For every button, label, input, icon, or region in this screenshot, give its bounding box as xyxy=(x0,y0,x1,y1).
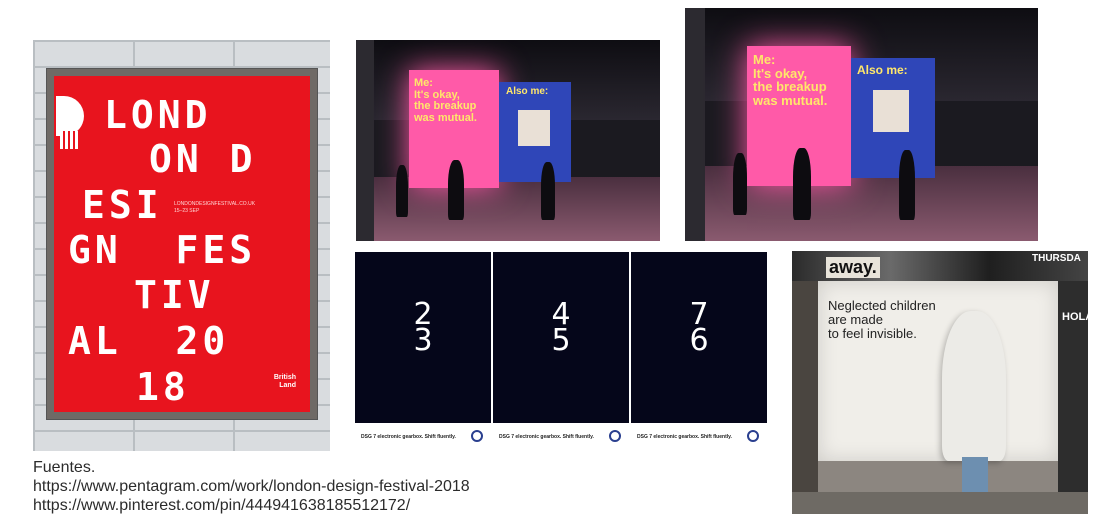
poster-line-2: ON D xyxy=(149,137,257,181)
vw-tagline: DSG 7 electronic gearbox. Shift fluently… xyxy=(499,434,594,440)
billboard-pink-text: Me: It's okay, the breakup was mutual. xyxy=(414,77,477,124)
vw-logo-icon xyxy=(471,430,483,442)
invisible-children-poster-photo: away. THURSDA HOLA Neglected children ar… xyxy=(792,251,1088,514)
ground xyxy=(792,492,1088,514)
spotify-billboard-photo-2: Me: It's okay, the breakup was mutual. A… xyxy=(685,8,1038,241)
poster-small-dates: 15–23 SEP xyxy=(174,208,200,214)
vw-ad-footer: DSG 7 electronic gearbox. Shift fluently… xyxy=(355,423,491,453)
vw-digits-3: 7 6 xyxy=(631,300,767,358)
pedestrian xyxy=(541,162,555,220)
british-land-logo: British Land xyxy=(274,374,296,390)
spotify-billboard-photo-1: Me: It's okay, the breakup was mutual. A… xyxy=(356,40,660,241)
pedestrian xyxy=(396,165,408,217)
qr-code-icon xyxy=(60,131,78,149)
pedestrian xyxy=(448,160,464,220)
pillar xyxy=(685,8,705,241)
album-cover xyxy=(873,90,909,132)
poster-line-5: TIV xyxy=(134,273,215,317)
red-poster: LOND ON D ESI GN FES TIV AL 20 18 LONDON… xyxy=(54,76,310,412)
vw-digit-bottom: 5 xyxy=(551,323,571,358)
wall-text-thursday: THURSDA xyxy=(1032,253,1081,264)
vw-ad-footer: DSG 7 electronic gearbox. Shift fluently… xyxy=(493,423,629,453)
pillar xyxy=(356,40,374,241)
vw-ad-panel-3: 7 6 DSG 7 electronic gearbox. Shift flue… xyxy=(631,252,767,453)
vw-digit-bottom: 6 xyxy=(689,323,709,358)
vw-digits-2: 4 5 xyxy=(493,300,629,358)
wall-text-away: away. xyxy=(826,257,880,278)
poster-frame: LOND ON D ESI GN FES TIV AL 20 18 LONDON… xyxy=(46,68,318,420)
brand-line-2: Land xyxy=(279,382,296,389)
poster-line-6: AL 20 xyxy=(68,319,230,363)
billboard-pink-text: Me: It's okay, the breakup was mutual. xyxy=(753,52,828,108)
poster-line-3: ESI xyxy=(82,183,163,227)
vw-ad-panel-1: 2 3 DSG 7 electronic gearbox. Shift flue… xyxy=(355,252,491,453)
billboard-blue-text: Also me: xyxy=(857,63,908,77)
festival-logo-icon xyxy=(56,96,84,136)
covered-child xyxy=(942,311,1006,461)
vw-ad-footer: DSG 7 electronic gearbox. Shift fluently… xyxy=(631,423,767,453)
vw-tagline: DSG 7 electronic gearbox. Shift fluently… xyxy=(637,434,732,440)
vw-ad-panel-2: 4 5 DSG 7 electronic gearbox. Shift flue… xyxy=(493,252,629,453)
sources-heading: Fuentes. xyxy=(33,459,96,476)
billboard-blue-text: Also me: xyxy=(506,86,549,97)
poster-line-4: GN FES xyxy=(68,228,257,272)
source-link-1[interactable]: https://www.pentagram.com/work/london-de… xyxy=(33,477,470,496)
sources-caption: Fuentes. https://www.pentagram.com/work/… xyxy=(33,458,470,515)
vw-digits-1: 2 3 xyxy=(355,300,491,358)
child-legs xyxy=(962,457,988,497)
vw-logo-icon xyxy=(747,430,759,442)
pedestrian xyxy=(733,153,747,215)
vw-logo-icon xyxy=(609,430,621,442)
vw-digit-bottom: 3 xyxy=(413,323,433,358)
source-link-2[interactable]: https://www.pinterest.com/pin/4449416381… xyxy=(33,496,470,515)
poster-line-7: 18 xyxy=(136,365,190,409)
brand-line-1: British xyxy=(273,374,296,381)
vw-tagline: DSG 7 electronic gearbox. Shift fluently… xyxy=(361,434,456,440)
poster-line-1: LOND xyxy=(104,93,212,137)
pedestrian xyxy=(793,148,811,220)
album-cover xyxy=(518,110,550,146)
wall-text-hola: HOLA xyxy=(1062,311,1088,323)
white-poster: Neglected children are made to feel invi… xyxy=(818,281,1058,461)
pedestrian xyxy=(899,150,915,220)
left-wall xyxy=(792,281,818,514)
london-design-festival-poster-photo: LOND ON D ESI GN FES TIV AL 20 18 LONDON… xyxy=(33,40,330,451)
poster-small-url: LONDONDESIGNFESTIVAL.CO.UK xyxy=(174,201,256,207)
vw-dsg-ads-triptych: 2 3 DSG 7 electronic gearbox. Shift flue… xyxy=(355,252,767,453)
poster-message: Neglected children are made to feel invi… xyxy=(828,298,936,341)
